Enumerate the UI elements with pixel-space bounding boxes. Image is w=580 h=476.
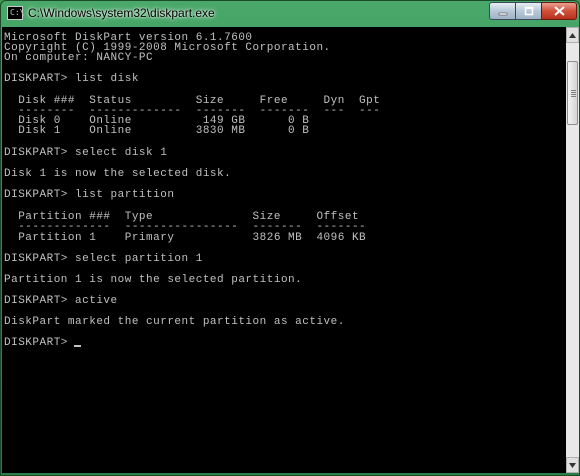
- console-line: Partition 1 Primary 3826 MB 4096 KB: [4, 232, 367, 244]
- console-line: DiskPart marked the current partition as…: [4, 316, 345, 328]
- console-line: DISKPART> list partition: [4, 189, 175, 201]
- console-output[interactable]: Microsoft DiskPart version 6.1.7600 Copy…: [2, 27, 566, 473]
- minimize-icon: [498, 12, 507, 16]
- title-bar[interactable]: C:\ C:\Windows\system32\diskpart.exe: [1, 1, 579, 27]
- console-line: DISKPART> active: [4, 295, 118, 307]
- text-cursor: [74, 345, 81, 347]
- arrow-down-icon: [569, 463, 576, 468]
- minimize-button[interactable]: [489, 2, 516, 20]
- window-title: C:\Windows\system32\diskpart.exe: [28, 6, 215, 20]
- console-line: Disk 1 Online 3830 MB 0 B: [4, 125, 310, 137]
- maximize-button[interactable]: [515, 2, 542, 20]
- scroll-down-button[interactable]: [566, 457, 579, 473]
- console-line: On computer: NANCY-PC: [4, 52, 154, 64]
- maximize-icon: [524, 6, 533, 16]
- close-button[interactable]: [541, 2, 577, 20]
- scroll-up-button[interactable]: [566, 27, 579, 43]
- vertical-scrollbar[interactable]: [566, 27, 579, 473]
- console-line: Disk 1 is now the selected disk.: [4, 168, 232, 180]
- console-icon[interactable]: C:\: [7, 6, 24, 20]
- close-icon: [553, 6, 565, 16]
- console-window: C:\ C:\Windows\system32\diskpart.exe Mic…: [0, 0, 580, 476]
- console-line: DISKPART> select partition 1: [4, 253, 203, 265]
- console-line: Partition 1 is now the selected partitio…: [4, 274, 303, 286]
- scrollbar-thumb[interactable]: [567, 61, 578, 125]
- console-prompt: DISKPART>: [4, 337, 76, 349]
- console-line: DISKPART> select disk 1: [4, 147, 168, 159]
- arrow-up-icon: [569, 33, 576, 38]
- console-line: DISKPART> list disk: [4, 73, 139, 85]
